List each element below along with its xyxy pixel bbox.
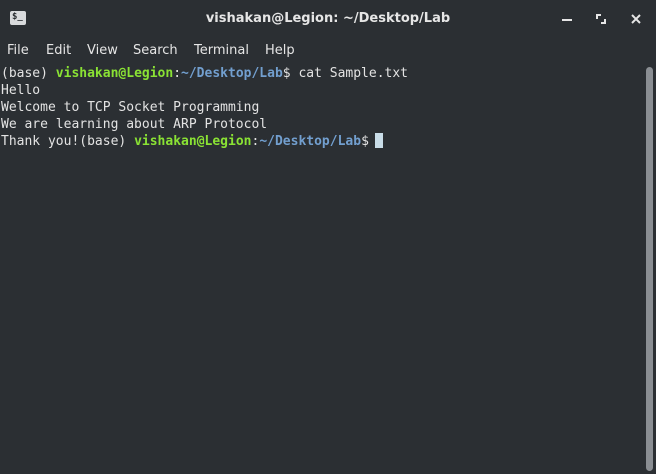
terminal-window: $_ vishakan@Legion: ~/Desktop/Lab File E… xyxy=(0,0,656,474)
terminal-output[interactable]: (base) vishakan@Legion:~/Desktop/Lab$ ca… xyxy=(0,64,643,474)
close-button[interactable] xyxy=(626,9,646,29)
menu-search[interactable]: Search xyxy=(133,38,178,64)
menu-terminal[interactable]: Terminal xyxy=(194,38,249,64)
prompt-user-host: vishakan@Legion xyxy=(55,66,174,81)
terminal-output-line: We are learning about ARP Protocol xyxy=(1,117,268,132)
conda-env: (base) xyxy=(79,134,135,149)
minimize-icon xyxy=(562,19,572,21)
command-text: cat Sample.txt xyxy=(298,66,409,81)
prompt-symbol: $ xyxy=(361,134,369,149)
terminal-output-line: Welcome to TCP Socket Programming xyxy=(1,100,260,115)
close-icon xyxy=(631,14,641,24)
prompt-user-host: vishakan@Legion xyxy=(134,134,252,149)
prompt-colon: : xyxy=(173,66,182,81)
menu-bar: File Edit View Search Terminal Help xyxy=(0,38,656,64)
conda-env: (base) xyxy=(1,66,56,81)
menu-file[interactable]: File xyxy=(7,38,29,64)
title-bar[interactable]: $_ vishakan@Legion: ~/Desktop/Lab xyxy=(0,0,656,38)
output-tail: Thank you! xyxy=(1,134,80,149)
text-cursor xyxy=(374,133,383,148)
scrollbar-thumb[interactable] xyxy=(646,67,653,471)
prompt-path: ~/Desktop/Lab xyxy=(181,66,283,81)
menu-help[interactable]: Help xyxy=(265,38,295,64)
terminal-line-prompt: Thank you!(base) vishakan@Legion:~/Deskt… xyxy=(1,133,383,150)
minimize-button[interactable] xyxy=(557,9,577,29)
prompt-path: ~/Desktop/Lab xyxy=(259,134,362,149)
terminal-line-command: (base) vishakan@Legion:~/Desktop/Lab$ ca… xyxy=(1,65,408,82)
maximize-icon xyxy=(596,14,606,24)
maximize-button[interactable] xyxy=(591,9,611,29)
menu-edit[interactable]: Edit xyxy=(46,38,71,64)
menu-view[interactable]: View xyxy=(87,38,118,64)
terminal-output-line: Hello xyxy=(1,83,41,98)
vertical-scrollbar[interactable] xyxy=(643,64,656,474)
prompt-symbol: $ xyxy=(282,66,299,81)
